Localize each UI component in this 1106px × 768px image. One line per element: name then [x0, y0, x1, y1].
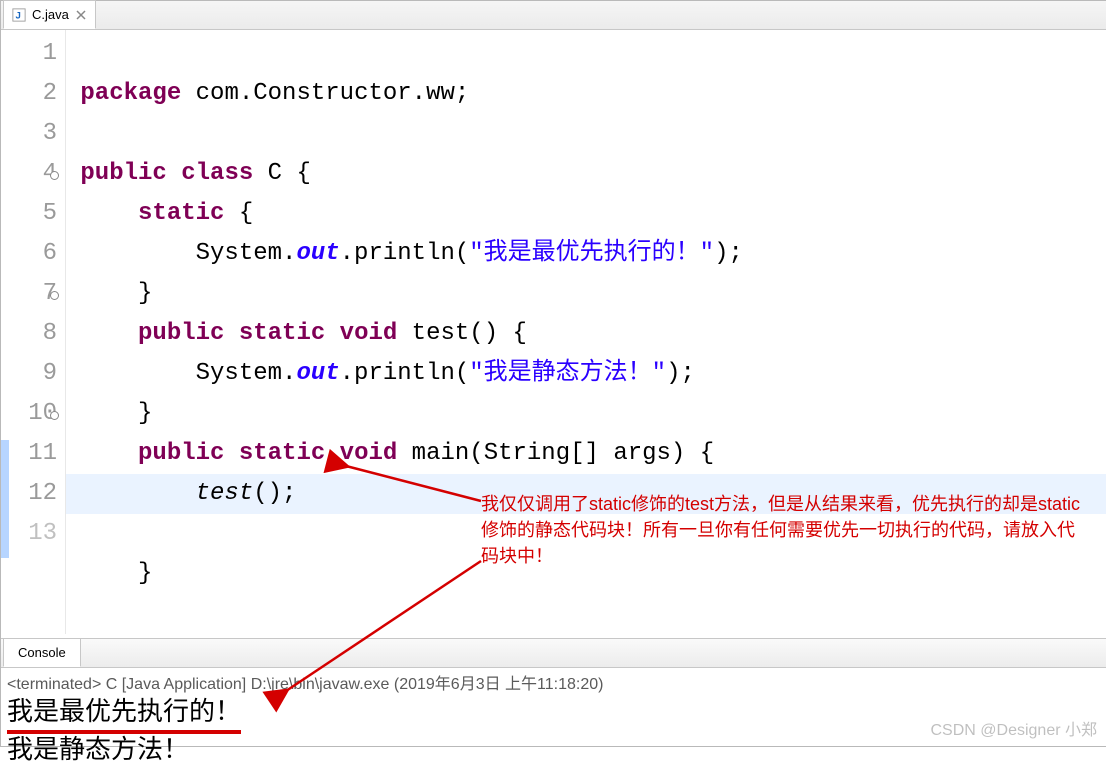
editor-tab-cjava[interactable]: J C.java — [3, 0, 96, 29]
editor-tabbar: J C.java — [1, 1, 1106, 30]
close-icon[interactable] — [75, 9, 87, 21]
line-number-gutter: 1 2 3 4 5 6 7 8 9 10 11 12 13 — [1, 30, 66, 634]
console-tabbar: Console — [1, 638, 1106, 668]
editor-tab-label: C.java — [32, 7, 69, 22]
java-file-icon: J — [12, 8, 26, 22]
folding-marker-icon[interactable] — [50, 291, 59, 300]
console-output-line: 我是最优先执行的！ — [7, 696, 241, 734]
console-tab[interactable]: Console — [3, 638, 81, 667]
svg-text:J: J — [16, 10, 21, 21]
console-output-line: 我是静态方法！ — [7, 736, 189, 766]
console-status-line: <terminated> C [Java Application] D:\jre… — [1, 668, 1106, 696]
folding-marker-icon[interactable] — [50, 171, 59, 180]
annotation-text: 我仅仅调用了static修饰的test方法，但是从结果来看，优先执行的却是sta… — [481, 491, 1091, 569]
watermark: CSDN @Designer 小郑 — [930, 716, 1097, 740]
folding-marker-icon[interactable] — [50, 411, 59, 420]
ide-window: J C.java 1 2 3 4 5 6 7 8 9 10 11 12 13 p… — [0, 0, 1106, 747]
console-tab-label: Console — [18, 645, 66, 660]
